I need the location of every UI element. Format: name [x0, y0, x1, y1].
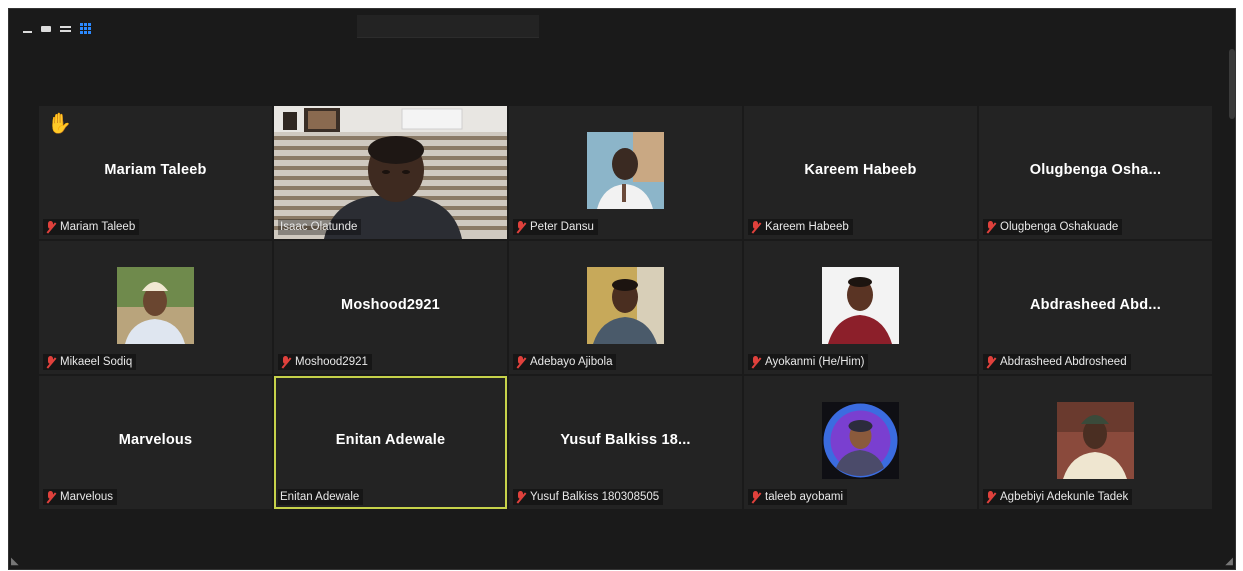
participant-label: Mikaeel Sodiq	[43, 354, 137, 370]
participant-name-title: Enitan Adewale	[335, 432, 446, 448]
muted-mic-icon	[985, 220, 996, 234]
participant-name-title: Mariam Taleeb	[104, 162, 207, 178]
participant-label: Abdrasheed Abdrosheed	[983, 354, 1131, 370]
participant-label-text: Enitan Adewale	[280, 491, 360, 503]
participant-label-text: Olugbenga Oshakuade	[1000, 221, 1119, 233]
participant-label-text: Yusuf Balkiss 180308505	[530, 491, 660, 503]
top-drag-handle[interactable]	[357, 15, 539, 38]
participant-tile[interactable]: Agbebiyi Adekunle Tadek	[979, 376, 1212, 509]
participant-photo	[822, 267, 899, 344]
muted-mic-icon	[515, 355, 526, 369]
muted-mic-icon	[750, 490, 761, 504]
participant-label-text: Adebayo Ajibola	[530, 356, 613, 368]
active-speaker-tile[interactable]: Enitan Adewale Enitan Adewale	[274, 376, 507, 509]
muted-mic-icon	[45, 490, 56, 504]
participant-tile[interactable]: ✋ Mariam Taleeb Mariam Taleeb	[39, 106, 272, 239]
participant-name-title: Yusuf Balkiss 18...	[560, 432, 691, 448]
participant-tile[interactable]: Marvelous Marvelous	[39, 376, 272, 509]
view-toolbar	[23, 23, 92, 35]
participant-tile[interactable]: Ayokanmi (He/Him)	[744, 241, 977, 374]
participant-name-title: Olugbenga Osha...	[1029, 162, 1162, 178]
list-view-icon[interactable]	[60, 25, 71, 33]
participant-tile[interactable]: Adebayo Ajibola	[509, 241, 742, 374]
meeting-window: ✋ Mariam Taleeb Mariam Taleeb Isaac Olat…	[8, 8, 1236, 570]
participant-label: Mariam Taleeb	[43, 219, 140, 235]
participant-label: taleeb ayobami	[748, 489, 847, 505]
participant-label-text: Ayokanmi (He/Him)	[765, 356, 865, 368]
participant-name-title: Kareem Habeeb	[804, 162, 917, 178]
participant-tile[interactable]: Mikaeel Sodiq	[39, 241, 272, 374]
gallery-view-icon[interactable]	[80, 23, 92, 35]
participant-tile[interactable]: Peter Dansu	[509, 106, 742, 239]
participant-label-text: Agbebiyi Adekunle Tadek	[1000, 491, 1129, 503]
participant-tile[interactable]: Moshood2921 Moshood2921	[274, 241, 507, 374]
participant-label: Marvelous	[43, 489, 118, 505]
resize-handle-right[interactable]: ◢	[1225, 556, 1233, 567]
muted-mic-icon	[45, 355, 56, 369]
participant-photo	[587, 267, 664, 344]
participant-name-title: Marvelous	[118, 432, 193, 448]
participant-label: Agbebiyi Adekunle Tadek	[983, 489, 1133, 505]
muted-mic-icon	[45, 220, 56, 234]
participant-photo	[117, 267, 194, 344]
speaker-view-icon[interactable]	[41, 26, 51, 32]
participant-label-text: taleeb ayobami	[765, 491, 843, 503]
participant-label-text: Moshood2921	[295, 356, 368, 368]
participant-label-text: Mikaeel Sodiq	[60, 356, 133, 368]
participant-label: Peter Dansu	[513, 219, 598, 235]
participant-tile[interactable]: Isaac Olatunde	[274, 106, 507, 239]
minimize-icon[interactable]	[23, 31, 32, 33]
participant-label: Isaac Olatunde	[278, 219, 362, 235]
muted-mic-icon	[515, 490, 526, 504]
muted-mic-icon	[750, 220, 761, 234]
muted-mic-icon	[985, 490, 996, 504]
participant-photo	[822, 402, 899, 479]
participant-label: Kareem Habeeb	[748, 219, 853, 235]
participant-label-text: Isaac Olatunde	[280, 221, 358, 233]
participant-label-text: Abdrasheed Abdrosheed	[1000, 356, 1127, 368]
raised-hand-icon: ✋	[47, 113, 72, 135]
participant-tile[interactable]: taleeb ayobami	[744, 376, 977, 509]
participant-label-text: Peter Dansu	[530, 221, 594, 233]
participant-grid: ✋ Mariam Taleeb Mariam Taleeb Isaac Olat…	[39, 106, 1212, 509]
participant-photo	[1057, 402, 1134, 479]
participant-label: Adebayo Ajibola	[513, 354, 617, 370]
participant-label: Yusuf Balkiss 180308505	[513, 489, 664, 505]
participant-photo	[587, 132, 664, 209]
muted-mic-icon	[985, 355, 996, 369]
participant-name-title: Abdrasheed Abd...	[1030, 297, 1161, 313]
participant-label-text: Mariam Taleeb	[60, 221, 136, 233]
participant-label-text: Kareem Habeeb	[765, 221, 849, 233]
participant-tile[interactable]: Kareem Habeeb Kareem Habeeb	[744, 106, 977, 239]
muted-mic-icon	[515, 220, 526, 234]
participant-label-text: Marvelous	[60, 491, 114, 503]
participant-tile[interactable]: Yusuf Balkiss 18... Yusuf Balkiss 180308…	[509, 376, 742, 509]
participant-tile[interactable]: Abdrasheed Abd... Abdrasheed Abdrosheed	[979, 241, 1212, 374]
scrollbar[interactable]	[1229, 49, 1235, 119]
participant-tile[interactable]: Olugbenga Osha... Olugbenga Oshakuade	[979, 106, 1212, 239]
muted-mic-icon	[280, 355, 291, 369]
participant-label: Enitan Adewale	[278, 489, 364, 505]
participant-name-title: Moshood2921	[341, 297, 440, 313]
participant-label: Moshood2921	[278, 354, 372, 370]
participant-label: Ayokanmi (He/Him)	[748, 354, 869, 370]
muted-mic-icon	[750, 355, 761, 369]
participant-label: Olugbenga Oshakuade	[983, 219, 1123, 235]
resize-handle-left[interactable]: ◣	[11, 556, 19, 567]
